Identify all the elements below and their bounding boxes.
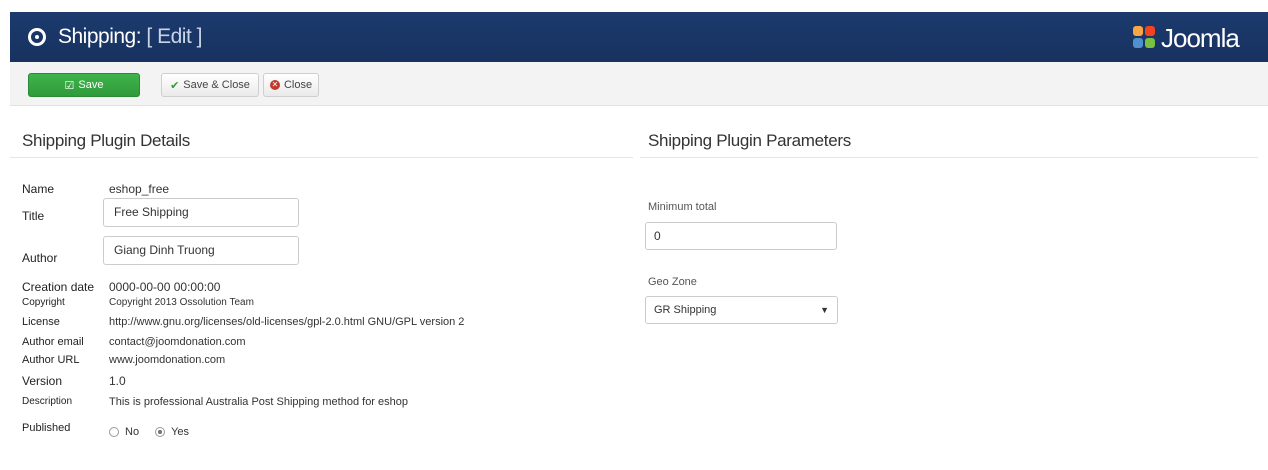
close-button-label: Close bbox=[283, 79, 313, 91]
control-panel-icon bbox=[28, 28, 46, 46]
parameters-heading: Shipping Plugin Parameters bbox=[648, 131, 851, 150]
save-and-close-label: Save & Close bbox=[183, 79, 250, 91]
name-value: eshop_free bbox=[109, 182, 170, 196]
license-label: License bbox=[22, 316, 60, 328]
published-label: Published bbox=[22, 422, 71, 434]
close-icon: ✕ bbox=[269, 80, 280, 90]
copyright-value: Copyright 2013 Ossolution Team bbox=[109, 297, 254, 308]
license-value: http://www.gnu.org/licenses/old-licenses… bbox=[109, 316, 465, 328]
details-heading: Shipping Plugin Details bbox=[22, 131, 190, 150]
title-label: Title bbox=[22, 209, 45, 223]
minimum-total-label: Minimum total bbox=[648, 201, 717, 213]
copyright-label: Copyright bbox=[22, 297, 65, 308]
version-label: Version bbox=[22, 374, 63, 388]
save-icon: ☑ bbox=[64, 79, 75, 92]
page-title: Shipping: [ Edit ] bbox=[58, 25, 202, 49]
author-url-label: Author URL bbox=[22, 354, 80, 366]
save-button-label: Save bbox=[78, 79, 104, 91]
header-bar: Shipping: [ Edit ] bbox=[10, 12, 1268, 62]
published-no-label: No bbox=[125, 426, 140, 438]
published-no-radio[interactable] bbox=[109, 427, 119, 437]
save-and-close-button[interactable]: ✔ Save & Close bbox=[161, 73, 259, 97]
author-label: Author bbox=[22, 251, 58, 265]
parameters-divider bbox=[640, 157, 1258, 158]
chevron-down-icon: ▼ bbox=[820, 305, 829, 315]
toolbar: ☑ Save ✔ Save & Close ✕ Close bbox=[10, 62, 1268, 106]
description-label: Description bbox=[22, 396, 73, 407]
author-url-value: www.joomdonation.com bbox=[109, 354, 226, 366]
name-label: Name bbox=[22, 182, 55, 196]
joomla-logo[interactable]: Joomla bbox=[1133, 14, 1268, 62]
geo-zone-select[interactable]: GR Shipping ▼ bbox=[645, 296, 838, 324]
checkmark-icon: ✔ bbox=[170, 79, 180, 92]
description-value: This is professional Australia Post Ship… bbox=[109, 396, 408, 408]
author-input[interactable]: Giang Dinh Truong bbox=[103, 236, 299, 265]
published-radio-group: No Yes bbox=[109, 426, 189, 438]
creation-date-label: Creation date bbox=[22, 280, 95, 294]
geo-zone-selected-value: GR Shipping bbox=[654, 304, 717, 316]
close-button[interactable]: ✕ Close bbox=[263, 73, 319, 97]
author-email-value: contact@joomdonation.com bbox=[109, 336, 246, 348]
page-title-main: Shipping: bbox=[58, 25, 142, 48]
published-yes-radio[interactable] bbox=[155, 427, 166, 437]
joomla-logo-text: Joomla bbox=[1161, 22, 1240, 53]
version-value: 1.0 bbox=[109, 374, 126, 388]
details-divider bbox=[10, 157, 633, 158]
joomla-logo-icon bbox=[1133, 26, 1157, 50]
minimum-total-input[interactable]: 0 bbox=[645, 222, 837, 250]
creation-date-value: 0000-00-00 00:00:00 bbox=[109, 280, 221, 294]
title-input[interactable]: Free Shipping bbox=[103, 198, 299, 227]
published-yes-label: Yes bbox=[171, 426, 190, 438]
author-email-label: Author email bbox=[22, 336, 84, 348]
page-title-mode: [ Edit ] bbox=[146, 25, 202, 48]
save-button[interactable]: ☑ Save bbox=[28, 73, 140, 97]
geo-zone-label: Geo Zone bbox=[648, 276, 697, 288]
